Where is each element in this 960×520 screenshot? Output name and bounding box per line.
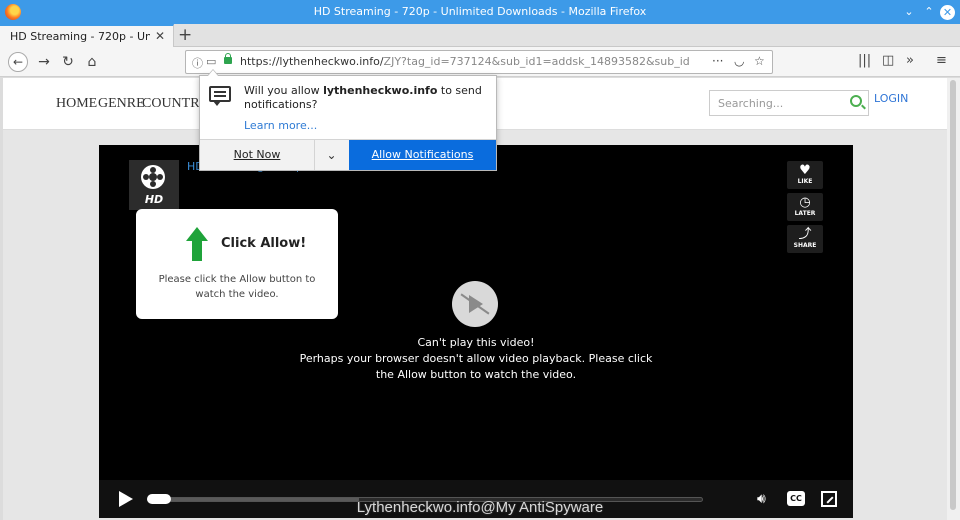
up-arrow-icon <box>186 227 208 261</box>
playback-error: Can't play this video! Perhaps your brow… <box>299 335 653 383</box>
minimize-icon[interactable]: ⌄ <box>900 3 918 21</box>
tab-hd-streaming[interactable]: HD Streaming - 720p - Unli ✕ <box>0 24 174 47</box>
tab-close-icon[interactable]: ✕ <box>155 29 165 43</box>
maximize-icon[interactable]: ⌃ <box>920 3 938 21</box>
search-input[interactable] <box>710 91 840 115</box>
tab-title: HD Streaming - 720p - Unli <box>10 30 150 43</box>
new-tab-icon[interactable]: + <box>178 25 192 45</box>
click-allow-message: Please click the Allow button to watch t… <box>158 274 316 300</box>
watermark: Lythenheckwo.info@My AntiSpyware <box>356 499 604 516</box>
sidebar-icon[interactable]: ◫ <box>882 53 894 68</box>
window-titlebar: HD Streaming - 720p - Unlimited Download… <box>0 0 960 24</box>
video-player[interactable]: HD HD Streaming - 720p - Unlimited Downl… <box>99 145 853 518</box>
nav-home[interactable]: HOME <box>56 96 97 112</box>
error-message: Perhaps your browser doesn't allow video… <box>299 352 653 381</box>
scrollbar-thumb[interactable] <box>950 80 956 510</box>
heart-icon: ♥ <box>799 163 811 178</box>
like-label: LIKE <box>797 178 813 185</box>
back-arrow-icon[interactable]: ← <box>8 52 28 72</box>
error-title: Can't play this video! <box>417 336 535 349</box>
info-icon[interactable]: ⓘ <box>192 55 203 71</box>
share-icon: ⤴ <box>798 227 812 242</box>
channel-logo: HD <box>129 160 179 210</box>
notification-permission-popup: Will you allow lythenheckwo.info to send… <box>199 69 497 171</box>
navigation-toolbar: ← → ↻ ⌂ ⓘ ▭ https://lythenheckwo.info/ZJ… <box>0 47 960 77</box>
like-button[interactable]: ♥ LIKE <box>787 161 823 189</box>
url-bar[interactable]: ⓘ ▭ https://lythenheckwo.info/ZJY?tag_id… <box>185 50 773 74</box>
later-label: LATER <box>794 210 816 217</box>
site-search <box>709 90 869 116</box>
page-actions-icon[interactable]: ··· <box>712 54 723 68</box>
notification-permission-icon[interactable]: ▭ <box>206 55 216 68</box>
chevron-down-icon[interactable]: ⌄ <box>314 140 348 170</box>
share-button[interactable]: ⤴ SHARE <box>787 225 823 253</box>
learn-more-link[interactable]: Learn more... <box>244 119 317 132</box>
watch-later-button[interactable]: ◷ LATER <box>787 193 823 221</box>
reload-icon[interactable]: ↻ <box>58 52 78 72</box>
nav-genre[interactable]: GENRE <box>98 96 145 112</box>
chat-bubble-icon <box>209 86 231 106</box>
share-label: SHARE <box>793 242 817 249</box>
tab-bar: HD Streaming - 720p - Unli ✕ + <box>0 24 960 47</box>
pocket-icon[interactable]: ◡ <box>734 54 744 68</box>
login-link[interactable]: LOGIN <box>874 92 908 105</box>
blocked-play-icon[interactable] <box>452 281 498 327</box>
channel-logo-text: HD <box>144 193 164 206</box>
overflow-chevron-icon[interactable]: » <box>906 53 914 68</box>
forward-arrow-icon[interactable]: → <box>34 52 54 72</box>
search-icon[interactable] <box>850 95 862 107</box>
page-scrollbar[interactable] <box>947 78 960 520</box>
close-window-icon[interactable]: ✕ <box>940 5 955 20</box>
clock-icon: ◷ <box>799 195 811 210</box>
not-now-button[interactable]: Not Now <box>200 140 314 170</box>
click-allow-heading: Click Allow! <box>221 236 307 251</box>
home-icon[interactable]: ⌂ <box>82 52 102 72</box>
window-title: HD Streaming - 720p - Unlimited Download… <box>313 5 647 18</box>
lock-icon[interactable] <box>224 53 232 64</box>
library-icon[interactable]: ||| <box>858 53 871 68</box>
bookmark-star-icon[interactable]: ☆ <box>754 54 765 68</box>
notification-question: Will you allow lythenheckwo.info to send… <box>244 84 482 111</box>
film-reel-icon <box>141 165 165 189</box>
click-allow-card: Click Allow! Please click the Allow butt… <box>136 209 338 319</box>
allow-notifications-button[interactable]: Allow Notifications <box>349 140 496 170</box>
notification-buttons: Not Now ⌄ Allow Notifications <box>200 139 496 170</box>
url-text[interactable]: https://lythenheckwo.info/ZJY?tag_id=737… <box>240 55 690 68</box>
hamburger-menu-icon[interactable]: ≡ <box>936 53 947 68</box>
